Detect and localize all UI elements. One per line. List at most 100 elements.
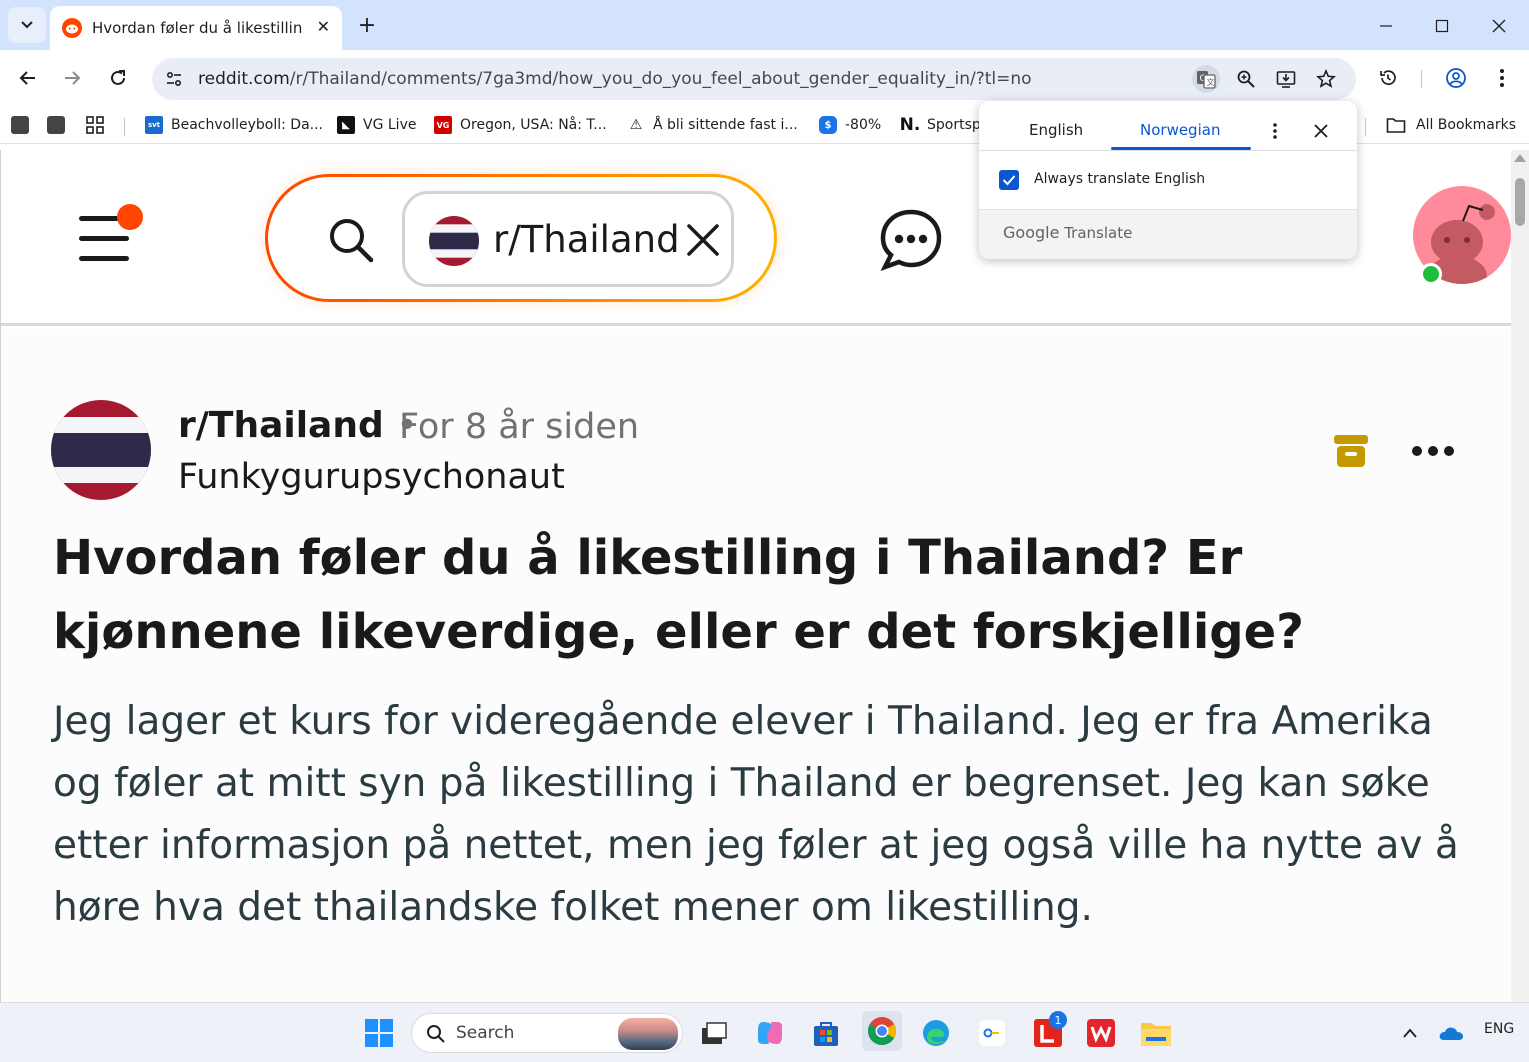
- lens-app-button[interactable]: 1: [1030, 1011, 1067, 1051]
- menu-bar: [79, 256, 129, 261]
- always-translate-label[interactable]: Always translate English: [1034, 171, 1205, 187]
- search-chip-label: r/Thailand: [493, 218, 680, 261]
- post-title: Hvordan føler du å likestilling i Thaila…: [53, 530, 1305, 660]
- profile-icon: [1446, 68, 1466, 88]
- bookmark-star-icon[interactable]: [1312, 65, 1340, 93]
- copilot-button[interactable]: [752, 1015, 788, 1051]
- site-info-icon[interactable]: [162, 67, 186, 91]
- post-author[interactable]: Funkygurupsychonaut: [178, 457, 565, 497]
- new-tab-button[interactable]: +: [352, 10, 382, 40]
- chrome-menu-button[interactable]: [1486, 62, 1518, 94]
- address-bar[interactable]: reddit.com/r/Thailand/comments/7ga3md/ho…: [152, 58, 1356, 100]
- search-community-chip[interactable]: r/Thailand: [402, 191, 734, 287]
- notification-badge: 1: [1049, 1011, 1067, 1029]
- close-icon: [1492, 19, 1506, 33]
- apps-grid-button[interactable]: [86, 114, 104, 136]
- google-translate-logo: Google Translate: [1003, 223, 1133, 242]
- translate-options-button[interactable]: [1265, 119, 1285, 143]
- reload-button[interactable]: [102, 62, 134, 94]
- search-highlight-image: [618, 1018, 678, 1050]
- browser-toolbar: reddit.com/r/Thailand/comments/7ga3md/ho…: [0, 50, 1529, 106]
- bookmark-item[interactable]: svt Beachvolleyboll: Da...: [145, 114, 323, 136]
- scroll-up-arrow-icon[interactable]: [1514, 154, 1526, 162]
- file-explorer-button[interactable]: [1138, 1015, 1174, 1051]
- edge-button[interactable]: [918, 1015, 954, 1051]
- arrow-left-icon: [19, 71, 35, 85]
- menu-button[interactable]: [79, 204, 143, 262]
- forward-button[interactable]: [56, 62, 88, 94]
- bookmark-item[interactable]: VG Oregon, USA: Nå: T...: [434, 114, 607, 136]
- subreddit-link[interactable]: r/Thailand •: [178, 405, 418, 446]
- price-tag-icon: $: [819, 116, 837, 134]
- taskbar-search-label: Search: [456, 1023, 515, 1043]
- password-manager-button[interactable]: [974, 1015, 1010, 1051]
- bookmark-separator: [124, 118, 125, 136]
- translate-language-tabs: English Norwegian: [979, 101, 1357, 151]
- apps-grid-icon: [86, 116, 104, 134]
- chat-icon[interactable]: [879, 208, 943, 272]
- folder-icon: [1141, 1023, 1171, 1046]
- wps-button[interactable]: [1083, 1015, 1119, 1051]
- svt-icon: svt: [145, 116, 163, 134]
- tab-target-language[interactable]: Norwegian: [1140, 121, 1220, 139]
- tab-close-icon[interactable]: ✕: [317, 17, 330, 36]
- scrollbar-thumb[interactable]: [1515, 178, 1525, 226]
- translate-close-button[interactable]: [1309, 119, 1333, 143]
- onedrive-cloud-icon[interactable]: [1438, 1024, 1464, 1042]
- windows-taskbar: Search 1 ENG: [0, 1002, 1529, 1062]
- history-icon: [1380, 70, 1396, 86]
- bookmark-app-2[interactable]: [47, 114, 73, 136]
- close-icon: [1314, 124, 1328, 138]
- bookmark-separator: [1365, 118, 1366, 136]
- thailand-flag-icon: [429, 216, 479, 266]
- active-tab-indicator: [1111, 147, 1251, 150]
- all-bookmarks-button[interactable]: All Bookmarks: [1386, 114, 1516, 136]
- bookmark-item[interactable]: $ -80%: [819, 114, 881, 136]
- arrow-right-icon: [65, 71, 81, 85]
- reddit-favicon-icon: [62, 18, 82, 38]
- zoom-icon[interactable]: [1232, 65, 1260, 93]
- minimize-button[interactable]: [1372, 12, 1400, 40]
- maximize-button[interactable]: [1428, 12, 1456, 40]
- page-scrollbar[interactable]: [1511, 150, 1529, 1002]
- task-view-button[interactable]: [696, 1015, 732, 1051]
- n-logo-icon: N.: [899, 115, 921, 135]
- bookmark-item[interactable]: ◣ VG Live: [337, 114, 416, 136]
- start-button[interactable]: [361, 1015, 397, 1051]
- microsoft-store-icon: [814, 1022, 838, 1046]
- profile-button[interactable]: [1440, 62, 1472, 94]
- chrome-taskbar-button[interactable]: [862, 1011, 902, 1051]
- tab-search-button[interactable]: [8, 7, 46, 43]
- key-icon: [979, 1020, 1005, 1046]
- bookmark-app-1[interactable]: [11, 114, 37, 136]
- close-window-button[interactable]: [1485, 12, 1513, 40]
- active-tab[interactable]: Hvordan føler du å likestilling i Thaila…: [50, 6, 342, 50]
- install-app-icon[interactable]: [1272, 65, 1300, 93]
- subreddit-avatar[interactable]: [51, 400, 151, 500]
- edge-icon: [923, 1020, 949, 1046]
- clear-chip-icon[interactable]: [683, 220, 723, 260]
- bookmark-item[interactable]: N. Sportsp: [899, 114, 981, 136]
- taskbar-search[interactable]: Search: [411, 1013, 683, 1053]
- history-button[interactable]: [1372, 62, 1404, 94]
- maximize-icon: [1435, 19, 1449, 33]
- store-button[interactable]: [808, 1015, 844, 1051]
- back-button[interactable]: [12, 62, 44, 94]
- search-bar[interactable]: r/Thailand: [265, 174, 777, 302]
- tab-title: Hvordan føler du å likestilling i Thaila…: [92, 19, 302, 37]
- web-page: r/Thailand r/Thailand • For 8 år siden F…: [0, 150, 1511, 1002]
- post-time: For 8 år siden: [399, 407, 640, 447]
- tab-source-language[interactable]: English: [1029, 121, 1083, 139]
- svg-text:文: 文: [1207, 77, 1215, 87]
- bookmark-item[interactable]: ⚠ Å bli sittende fast i...: [627, 114, 798, 136]
- folder-icon: [1386, 118, 1406, 133]
- notification-dot: [117, 204, 143, 230]
- chevron-up-icon[interactable]: [1402, 1027, 1418, 1039]
- app-square-icon: [11, 116, 29, 134]
- post-body: Jeg lager et kurs for videregående eleve…: [53, 699, 1459, 930]
- always-translate-checkbox[interactable]: [999, 170, 1019, 190]
- input-language-indicator[interactable]: ENG: [1484, 1021, 1514, 1037]
- more-options-icon[interactable]: [1409, 437, 1457, 465]
- copilot-icon: [758, 1022, 782, 1044]
- translate-page-icon[interactable]: G文: [1192, 65, 1220, 93]
